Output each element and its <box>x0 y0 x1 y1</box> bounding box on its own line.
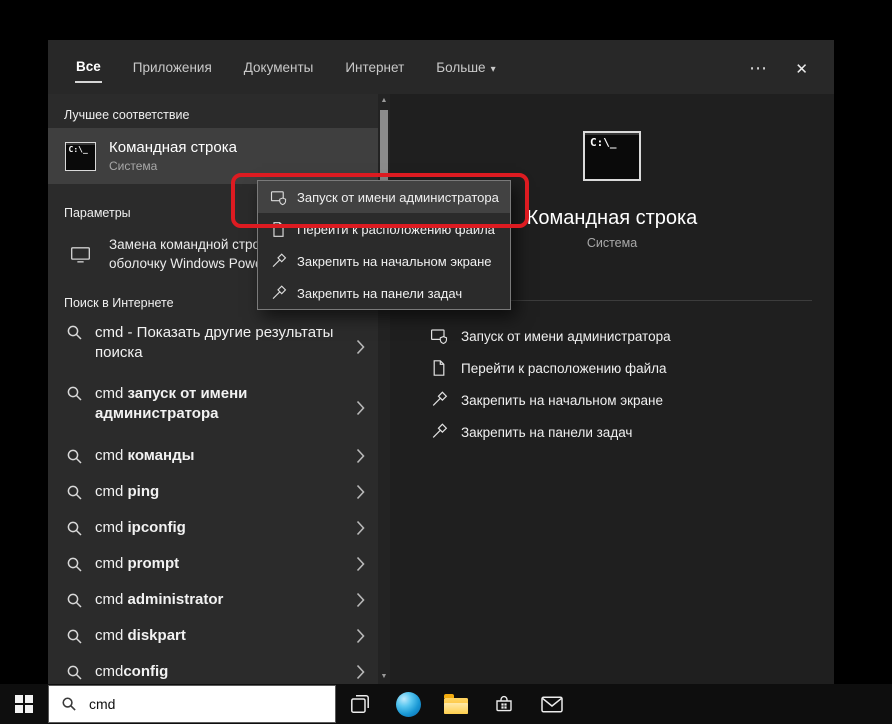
suggestion-text: cmd команды <box>95 446 341 466</box>
search-suggestion[interactable]: cmd команды <box>48 438 378 474</box>
chevron-right-icon[interactable] <box>356 339 365 355</box>
pin-taskbar-icon <box>430 423 448 441</box>
best-match-text: Командная строка Система <box>109 139 237 173</box>
suggestion-text: cmd administrator <box>95 590 341 610</box>
pin-taskbar-icon <box>270 285 287 302</box>
start-button[interactable] <box>0 684 48 724</box>
search-suggestion[interactable]: cmd - Показать другие результаты поиска <box>48 316 378 377</box>
action-label: Закрепить на панели задач <box>461 425 632 440</box>
menu-item-label: Запуск от имени администратора <box>297 190 499 205</box>
action-pin-to-start[interactable]: Закрепить на начальном экране <box>390 384 834 416</box>
close-icon[interactable]: ✕ <box>791 56 812 82</box>
best-match-title: Командная строка <box>109 139 237 156</box>
search-suggestion[interactable]: cmd ipconfig <box>48 510 378 546</box>
search-icon <box>61 696 77 712</box>
menu-item-pin-to-taskbar[interactable]: Закрепить на панели задач <box>258 277 510 309</box>
chevron-right-icon[interactable] <box>356 448 365 464</box>
taskbar-search-box[interactable] <box>48 685 336 723</box>
search-input[interactable] <box>87 695 311 713</box>
menu-item-label: Закрепить на панели задач <box>297 286 462 301</box>
menu-item-open-file-location[interactable]: Перейти к расположению файла <box>258 213 510 245</box>
chevron-right-icon[interactable] <box>356 520 365 536</box>
folder-icon <box>444 698 468 714</box>
search-icon <box>66 592 83 609</box>
file-location-icon <box>270 221 287 238</box>
tab-more-label: Больше <box>436 60 485 75</box>
chevron-right-icon[interactable] <box>356 556 365 572</box>
chevron-right-icon[interactable] <box>356 484 365 500</box>
search-suggestion[interactable]: cmd prompt <box>48 546 378 582</box>
tab-all[interactable]: Все <box>75 52 102 83</box>
tab-more[interactable]: Больше ▾ <box>435 53 496 82</box>
action-label: Закрепить на начальном экране <box>461 393 663 408</box>
windows-logo-icon <box>15 695 33 713</box>
run-as-admin-icon <box>270 189 287 206</box>
store-icon <box>494 694 514 714</box>
action-label: Перейти к расположению файла <box>461 361 667 376</box>
section-header-best-match: Лучшее соответствие <box>48 102 378 128</box>
file-explorer-button[interactable] <box>432 684 480 724</box>
action-run-as-admin[interactable]: Запуск от имени администратора <box>390 320 834 352</box>
task-view-button[interactable] <box>336 684 384 724</box>
search-icon <box>66 664 83 681</box>
scroll-up-icon[interactable]: ▲ <box>378 94 390 108</box>
scroll-down-icon[interactable]: ▼ <box>378 670 390 684</box>
search-icon <box>66 556 83 573</box>
cmd-app-icon <box>64 142 96 171</box>
menu-item-run-as-admin[interactable]: Запуск от имени администратора <box>258 181 510 213</box>
options-ellipsis-button[interactable]: ⋯ <box>745 54 772 83</box>
mail-icon <box>541 696 563 713</box>
suggestion-text: cmd prompt <box>95 554 341 574</box>
display-settings-icon <box>64 245 96 264</box>
best-match-item[interactable]: Командная строка Система <box>48 128 378 184</box>
chevron-right-icon[interactable] <box>356 400 365 416</box>
search-suggestion[interactable]: cmd ping <box>48 474 378 510</box>
action-pin-to-taskbar[interactable]: Закрепить на панели задач <box>390 416 834 448</box>
chevron-right-icon[interactable] <box>356 664 365 680</box>
action-open-file-location[interactable]: Перейти к расположению файла <box>390 352 834 384</box>
search-suggestion[interactable]: cmd diskpart <box>48 618 378 654</box>
search-filter-tabbar: Все Приложения Документы Интернет Больше… <box>48 40 834 94</box>
suggestion-text: cmd diskpart <box>95 626 341 646</box>
pin-start-icon <box>430 391 448 409</box>
menu-item-label: Закрепить на начальном экране <box>297 254 492 269</box>
chevron-right-icon[interactable] <box>356 592 365 608</box>
tab-apps[interactable]: Приложения <box>132 53 213 82</box>
menu-item-pin-to-start[interactable]: Закрепить на начальном экране <box>258 245 510 277</box>
tab-documents[interactable]: Документы <box>243 53 315 82</box>
suggestion-text: cmd ping <box>95 482 341 502</box>
tab-web[interactable]: Интернет <box>344 53 405 82</box>
cmd-app-icon-large <box>583 131 641 181</box>
search-suggestion[interactable]: cmd administrator <box>48 582 378 618</box>
search-icon <box>66 324 83 341</box>
file-location-icon <box>430 359 448 377</box>
chevron-right-icon[interactable] <box>356 628 365 644</box>
search-flyout: Все Приложения Документы Интернет Больше… <box>48 40 834 684</box>
mail-button[interactable] <box>528 684 576 724</box>
screen: Все Приложения Документы Интернет Больше… <box>0 0 892 724</box>
search-suggestion[interactable]: cmd запуск от имени администратора <box>48 377 378 438</box>
context-menu: Запуск от имени администратора Перейти к… <box>257 180 511 310</box>
search-icon <box>66 520 83 537</box>
suggestion-text: cmd запуск от имени администратора <box>95 384 341 424</box>
pin-start-icon <box>270 253 287 270</box>
action-label: Запуск от имени администратора <box>461 329 671 344</box>
edge-icon <box>396 692 421 717</box>
run-as-admin-icon <box>430 327 448 345</box>
suggestion-text: cmdconfig <box>95 662 341 682</box>
edge-browser-button[interactable] <box>384 684 432 724</box>
preview-actions: Запуск от имени администратора Перейти к… <box>390 320 834 448</box>
taskbar <box>0 684 892 724</box>
search-icon <box>66 628 83 645</box>
microsoft-store-button[interactable] <box>480 684 528 724</box>
search-icon <box>66 448 83 465</box>
menu-item-label: Перейти к расположению файла <box>297 222 495 237</box>
suggestion-text: cmd - Показать другие результаты поиска <box>95 323 341 363</box>
best-match-subtitle: Система <box>109 159 237 173</box>
chevron-down-icon: ▾ <box>491 64 496 75</box>
suggestion-text: cmd ipconfig <box>95 518 341 538</box>
search-icon <box>66 484 83 501</box>
task-view-icon <box>350 694 370 714</box>
search-icon <box>66 385 83 402</box>
